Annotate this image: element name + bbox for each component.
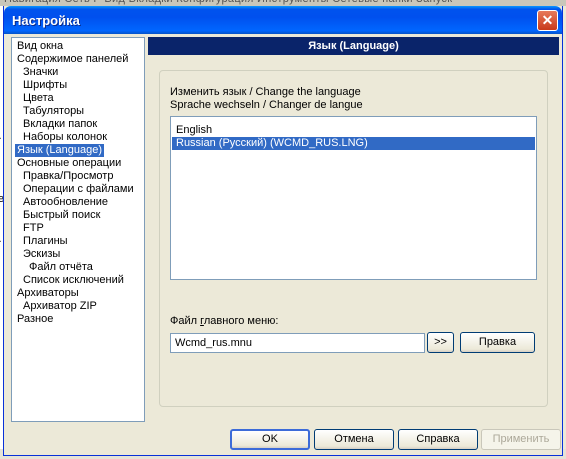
- ok-button[interactable]: OK: [230, 429, 310, 450]
- title-bar[interactable]: Настройка ✕: [4, 6, 562, 34]
- tree-item[interactable]: Операции с файлами: [21, 183, 136, 196]
- tree-item[interactable]: FTP: [21, 222, 46, 235]
- tree-item[interactable]: Вкладки папок: [21, 118, 99, 131]
- tree-item[interactable]: Правка/Просмотр: [21, 170, 115, 183]
- tree-item[interactable]: Содержимое панелей: [15, 53, 130, 66]
- tree-item[interactable]: Архиваторы: [15, 287, 81, 300]
- menu-file-label-part: лавного меню:: [203, 315, 279, 327]
- panel-header: Язык (Language): [148, 37, 559, 55]
- tree-item[interactable]: Цвета: [21, 92, 56, 105]
- tree-item[interactable]: Быстрый поиск: [21, 209, 102, 222]
- apply-button: Применить: [481, 429, 561, 450]
- window-title: Настройка: [12, 13, 80, 28]
- language-list-item[interactable]: English: [172, 124, 535, 137]
- change-language-label: Изменить язык / Change the language: [170, 86, 361, 98]
- help-button[interactable]: Справка: [398, 429, 478, 450]
- tree-item[interactable]: Язык (Language): [15, 144, 105, 157]
- tree-item[interactable]: Наборы колонок: [21, 131, 109, 144]
- settings-category-tree[interactable]: Вид окна Содержимое панелей Значки Шрифты Цв…: [11, 37, 145, 422]
- tree-item[interactable]: Табуляторы: [21, 105, 86, 118]
- menu-file-label-part: Файл: [170, 315, 201, 327]
- tree-item[interactable]: Вид окна: [15, 40, 65, 53]
- language-list-item[interactable]: Russian (Русский) (WCMD_RUS.LNG): [172, 137, 535, 150]
- browse-button[interactable]: >>: [427, 332, 454, 353]
- tree-item[interactable]: Список исключений: [21, 274, 126, 287]
- language-listbox[interactable]: English Russian (Русский) (WCMD_RUS.LNG): [170, 116, 537, 280]
- tree-item[interactable]: Эскизы: [21, 248, 62, 261]
- close-button[interactable]: ✕: [537, 10, 558, 31]
- cancel-button[interactable]: Отмена: [314, 429, 394, 450]
- edit-menu-button[interactable]: Правка: [460, 332, 535, 353]
- tree-item[interactable]: Разное: [15, 313, 55, 326]
- menu-file-label: Файл главного меню:: [170, 315, 278, 327]
- tree-item[interactable]: Автообновление: [21, 196, 110, 209]
- change-language-label-alt: Sprache wechseln / Changer de langue: [170, 99, 363, 111]
- tree-item[interactable]: Основные операции: [15, 157, 123, 170]
- close-icon: ✕: [541, 12, 554, 28]
- menu-file-input[interactable]: Wcmd_rus.mnu: [170, 333, 425, 353]
- tree-item[interactable]: Плагины: [21, 235, 70, 248]
- tree-item[interactable]: Файл отчёта: [27, 261, 95, 274]
- tree-item[interactable]: Значки: [21, 66, 60, 79]
- tree-item[interactable]: Архиватор ZIP: [21, 300, 99, 313]
- settings-dialog: Настройка ✕ Вид окна Содержимое панелей Зн…: [3, 6, 563, 456]
- tree-item[interactable]: Шрифты: [21, 79, 69, 92]
